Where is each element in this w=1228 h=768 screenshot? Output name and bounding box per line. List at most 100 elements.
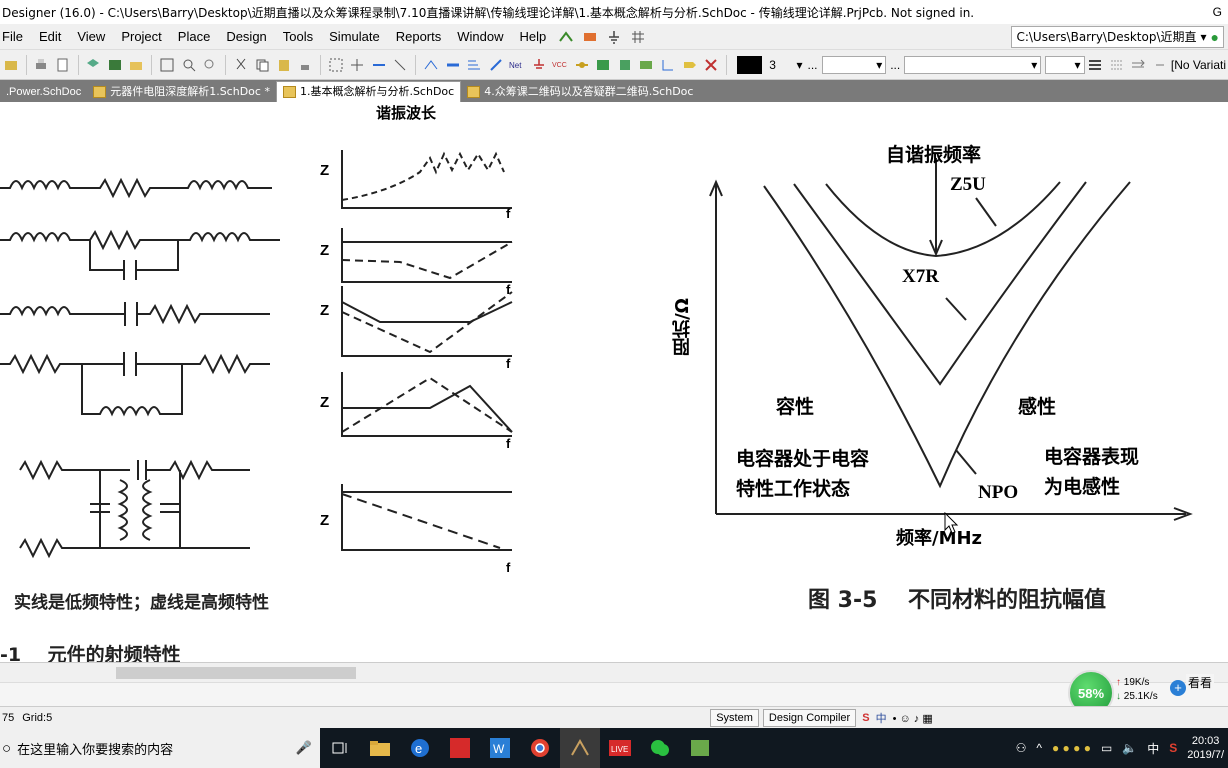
panel-system-button[interactable]: System [710,709,759,727]
taskbar-clock[interactable]: 20:03 2019/7/ [1187,734,1224,762]
panel-design-compiler-button[interactable]: Design Compiler [762,709,857,727]
navigate-back-icon[interactable]: ● [1211,27,1219,47]
print-icon[interactable] [32,55,52,75]
menu-window[interactable]: Window [449,24,511,49]
tab-basic-concepts-schdoc[interactable]: 1.基本概念解析与分析.SchDoc [275,81,462,102]
file-explorer-icon[interactable] [360,728,400,768]
arrange-icon[interactable] [1129,55,1149,75]
tab-power-schdoc[interactable]: .Power.SchDoc [0,82,87,102]
network-icon[interactable]: ▭ [1101,741,1112,755]
harness-connector-icon[interactable] [658,55,678,75]
tray-expand-icon[interactable]: ^ [1036,741,1042,755]
port-tool-icon[interactable] [581,29,599,45]
add-icon[interactable]: + [1170,680,1186,696]
device-sheet-icon[interactable] [637,55,657,75]
chrome-icon[interactable] [520,728,560,768]
volume-icon[interactable]: 🔈 [1122,741,1137,755]
vcc-port-icon[interactable]: VCC [550,55,570,75]
font-select[interactable]: ▾ [821,55,887,74]
deselect-icon[interactable] [369,55,389,75]
live-recorder-icon[interactable]: LIVE [600,728,640,768]
menu-tools[interactable]: Tools [275,24,321,49]
zoom-select-icon[interactable] [200,55,220,75]
window-corner[interactable]: G [1182,5,1228,19]
task-view-icon[interactable] [320,728,360,768]
more-options-button[interactable]: ... [808,58,818,72]
self-resonance-label: 自谐振频率 [886,144,982,166]
signal-harness-icon[interactable] [464,55,484,75]
ime-toolbar-icons[interactable]: • ☺ ♪ ▦ [893,712,933,725]
edge-browser-icon[interactable]: e [400,728,440,768]
copy-icon[interactable] [252,55,272,75]
wechat-icon[interactable] [640,728,680,768]
input-language-indicator[interactable]: 中 [1147,740,1159,757]
port-icon[interactable] [680,55,700,75]
f-axis-label: f [506,356,511,371]
wire-icon[interactable] [421,55,441,75]
layers-icon[interactable] [84,55,104,75]
menu-edit[interactable]: Edit [31,24,69,49]
no-erc-icon[interactable] [701,55,721,75]
toolbar-option-icon[interactable] [1150,55,1170,75]
print-preview-icon[interactable] [53,55,73,75]
taskbar-search[interactable]: ○ 在这里输入你要搜索的内容 🎤 [0,728,320,768]
distribute-icon[interactable] [1107,55,1127,75]
color-swatch[interactable] [736,55,763,74]
tab-resistor-schdoc[interactable]: 元器件电阻深度解析1.SchDoc * [87,82,276,102]
folder-icon[interactable] [127,55,147,75]
menu-project[interactable]: Project [113,24,169,49]
sogou-tray-icon[interactable]: S [1169,741,1177,755]
project-path-box[interactable]: C:\Users\Barry\Desktop\近期直 ▾ ● [1011,25,1224,48]
sheet-entry-icon[interactable] [615,55,635,75]
people-icon[interactable]: ⚇ [1016,741,1027,755]
cut-icon[interactable] [231,55,251,75]
menu-help[interactable]: Help [512,24,555,49]
rubber-stamp-icon[interactable] [296,55,316,75]
menu-view[interactable]: View [69,24,113,49]
wiring-tool-icon[interactable] [557,29,575,45]
align-icon[interactable] [1086,55,1106,75]
tab-qrcode-schdoc[interactable]: 4.众筹课二维码以及答疑群二维码.SchDoc [461,82,699,102]
image-viewer-icon[interactable] [680,728,720,768]
paste-icon[interactable] [274,55,294,75]
line-width-select[interactable]: 3 ▾ [766,56,805,74]
toolbar-divider [25,54,27,75]
zoom-area-icon[interactable] [179,55,199,75]
variations-select[interactable]: [No Variati [1171,58,1228,72]
grid-icon[interactable] [629,29,647,45]
menu-design[interactable]: Design [218,24,274,49]
open-icon[interactable] [1,55,21,75]
ime-mode-icon[interactable]: 中 [876,710,887,726]
move-icon[interactable] [348,55,368,75]
scrollbar-thumb[interactable] [116,667,356,679]
microphone-icon[interactable]: 🎤 [296,740,312,756]
more-options-button-2[interactable]: ... [890,58,900,72]
wps-icon[interactable]: W [480,728,520,768]
menu-reports[interactable]: Reports [388,24,450,49]
horizontal-scrollbar[interactable] [0,662,1228,683]
youdao-icon[interactable] [440,728,480,768]
menu-place[interactable]: Place [170,24,219,49]
net-label-icon[interactable]: Net [507,55,527,75]
look-button[interactable]: 看看 [1186,674,1215,691]
font-name-select[interactable]: ▾ [904,55,1042,74]
sogou-ime-icon[interactable]: S [862,712,869,724]
zoom-fit-icon[interactable] [157,55,177,75]
sheet-symbol-icon[interactable] [594,55,614,75]
part-icon[interactable] [572,55,592,75]
menu-simulate[interactable]: Simulate [321,24,388,49]
schematic-canvas[interactable]: 谐振波长 Z f Z f Z f Z f Z f 实线是低频特性；虚线是高频特性… [0,102,1228,682]
bus-icon[interactable] [443,55,463,75]
component-icon[interactable] [105,55,125,75]
menu-file[interactable]: File [0,24,31,49]
tray-apps-icon[interactable]: ● ● ● ● [1052,741,1091,755]
gnd-port-icon[interactable] [529,55,549,75]
ground-icon[interactable] [605,29,623,45]
altium-designer-icon[interactable] [560,728,600,768]
clear-filter-icon[interactable] [391,55,411,75]
select-area-icon[interactable] [326,55,346,75]
font-size-select[interactable]: ▾ [1045,55,1085,74]
search-input[interactable]: 在这里输入你要搜索的内容 [17,739,296,758]
bus-entry-icon[interactable] [486,55,506,75]
clock-time: 20:03 [1191,735,1220,747]
